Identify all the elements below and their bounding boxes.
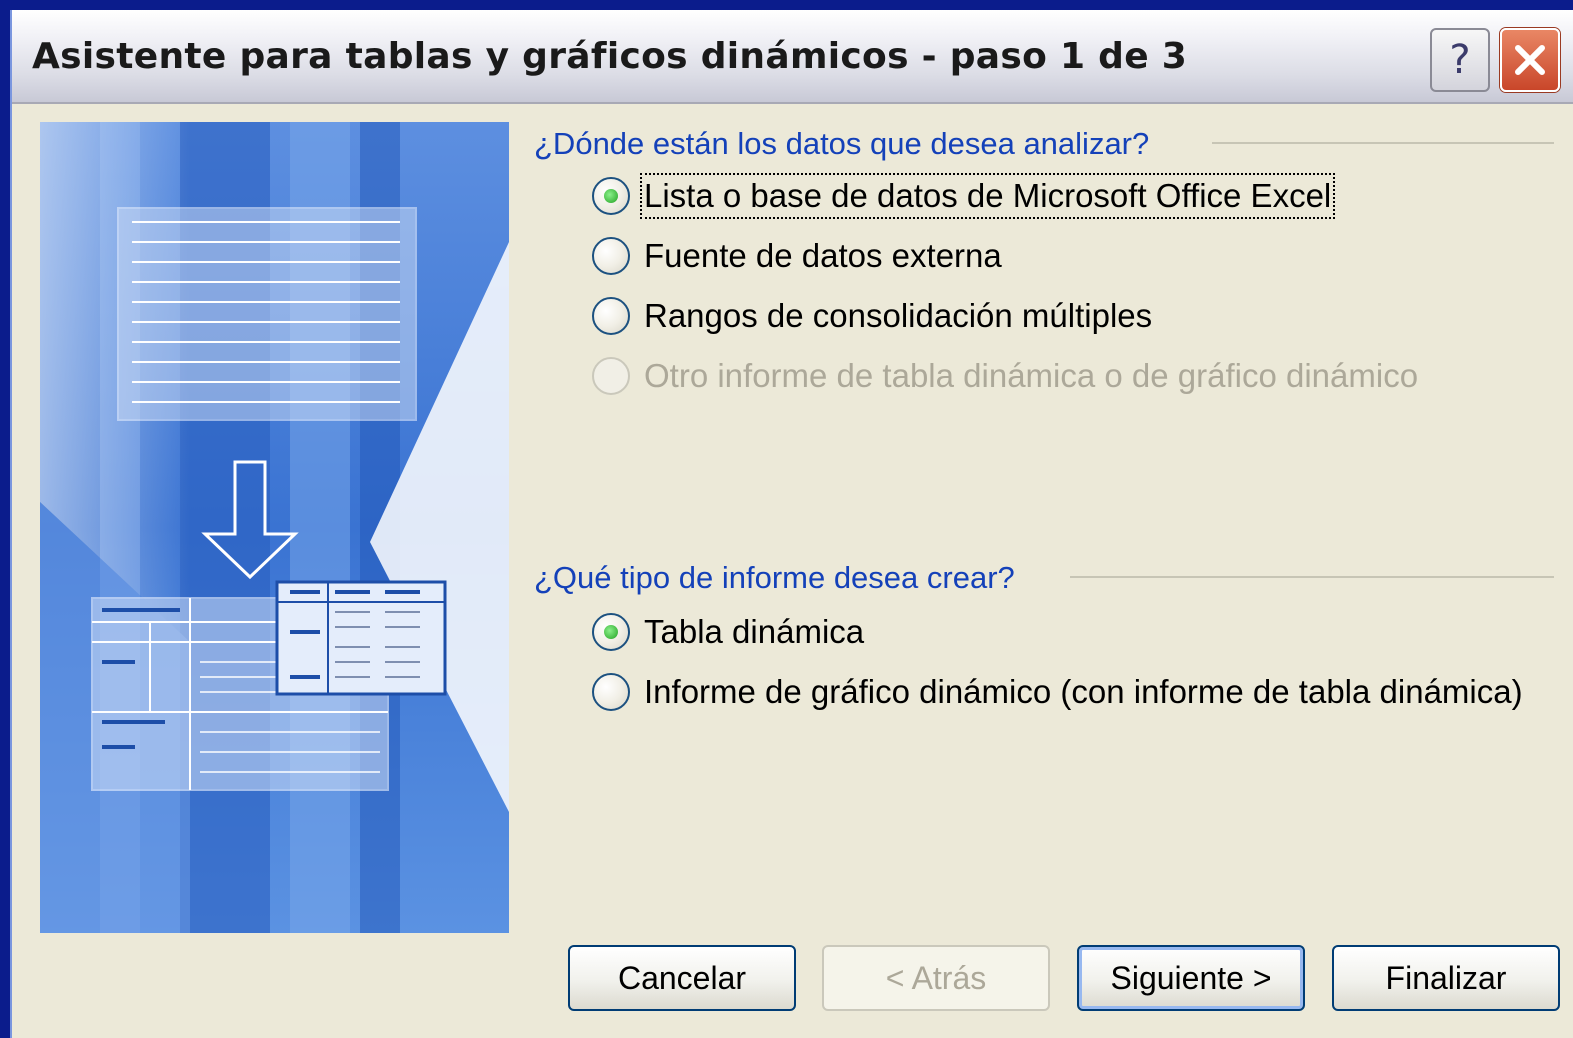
radio-button xyxy=(592,357,630,395)
option-label: Informe de gráfico dinámico (con informe… xyxy=(644,673,1523,710)
radio-selected-dot xyxy=(604,625,618,639)
radio-button[interactable] xyxy=(592,613,630,651)
option-other-pivot-report: Otro informe de tabla dinámica o de gráf… xyxy=(592,354,1418,398)
section-divider xyxy=(1212,142,1554,144)
option-label: Tabla dinámica xyxy=(644,613,865,650)
radio-selected-dot xyxy=(604,189,618,203)
option-pivot-table[interactable]: Tabla dinámica xyxy=(592,610,864,654)
option-consolidation-ranges[interactable]: Rangos de consolidación múltiples xyxy=(592,294,1152,338)
option-label: Otro informe de tabla dinámica o de gráf… xyxy=(644,357,1419,394)
option-excel-list[interactable]: Lista o base de datos de Microsoft Offic… xyxy=(592,173,1336,219)
close-button[interactable] xyxy=(1500,28,1560,92)
dialog-title: Asistente para tablas y gráficos dinámic… xyxy=(32,36,1188,77)
option-label: Rangos de consolidación múltiples xyxy=(644,297,1153,334)
option-pivot-chart[interactable]: Informe de gráfico dinámico (con informe… xyxy=(592,670,1523,714)
help-icon: ? xyxy=(1449,37,1471,83)
title-bar[interactable]: Asistente para tablas y gráficos dinámic… xyxy=(12,10,1573,104)
option-external-source[interactable]: Fuente de datos externa xyxy=(592,234,1002,278)
cancel-button[interactable]: Cancelar xyxy=(568,945,796,1011)
radio-button[interactable] xyxy=(592,237,630,275)
next-button[interactable]: Siguiente > xyxy=(1077,945,1305,1011)
finish-button[interactable]: Finalizar xyxy=(1332,945,1560,1011)
radio-button[interactable] xyxy=(592,297,630,335)
help-button[interactable]: ? xyxy=(1430,28,1490,92)
report-type-section-label: ¿Qué tipo de informe desea crear? xyxy=(534,560,1015,595)
radio-button[interactable] xyxy=(592,673,630,711)
section-divider xyxy=(1070,576,1554,578)
radio-button[interactable] xyxy=(592,177,630,215)
back-button: < Atrás xyxy=(822,945,1050,1011)
option-label: Fuente de datos externa xyxy=(644,237,1002,274)
source-table-graphic xyxy=(117,207,417,421)
close-icon xyxy=(1515,45,1545,75)
option-label: Lista o base de datos de Microsoft Offic… xyxy=(639,173,1336,219)
wizard-illustration xyxy=(40,122,509,933)
data-source-section-label: ¿Dónde están los datos que desea analiza… xyxy=(534,126,1150,161)
wizard-dialog: Asistente para tablas y gráficos dinámic… xyxy=(10,10,1573,1038)
